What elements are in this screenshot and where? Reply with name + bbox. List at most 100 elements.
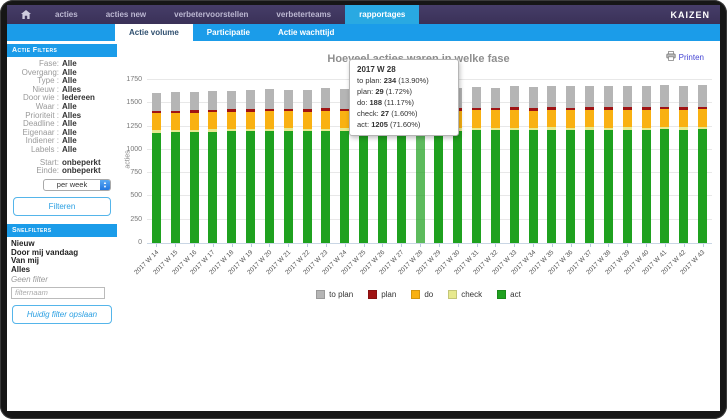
bar-2017-w-40[interactable] — [642, 86, 651, 243]
home-icon[interactable] — [7, 5, 41, 24]
bar-segment-act — [679, 130, 688, 243]
legend-item-act[interactable]: act — [497, 290, 521, 299]
filter-value[interactable]: Alle — [62, 146, 115, 155]
bar-segment-act — [246, 131, 255, 243]
legend-item-to-plan[interactable]: to plan — [316, 290, 353, 299]
bar-segment-to-plan — [679, 86, 688, 108]
bar-segment-act — [623, 130, 632, 243]
bar-2017-w-34[interactable] — [529, 87, 538, 243]
bar-segment-act — [698, 129, 707, 243]
filteren-button[interactable]: Filteren — [13, 197, 111, 216]
chart-area: Hoeveel acties waren in welke fase Print… — [117, 41, 720, 410]
bar-segment-to-plan — [190, 92, 199, 110]
y-tick-label: 750 — [130, 169, 142, 176]
x-tick — [646, 244, 647, 247]
bar-2017-w-20[interactable] — [265, 89, 274, 243]
bar-segment-do — [660, 109, 669, 127]
x-tick — [627, 244, 628, 247]
tab-actie-wachttijd[interactable]: Actie wachttijd — [264, 24, 348, 41]
bar-2017-w-14[interactable] — [152, 93, 161, 243]
period-select[interactable]: per week ▲▼ — [43, 179, 111, 191]
bar-segment-act — [171, 132, 180, 243]
x-tick — [665, 244, 666, 247]
bar-2017-w-35[interactable] — [547, 86, 556, 243]
bar-segment-act — [321, 131, 330, 243]
bar-2017-w-15[interactable] — [171, 92, 180, 243]
bar-segment-do — [284, 111, 293, 128]
bar-segment-act — [453, 131, 462, 243]
bar-segment-do — [246, 112, 255, 129]
y-tick-label: 1250 — [126, 123, 142, 130]
legend-label: to plan — [329, 290, 353, 299]
x-tick — [194, 244, 195, 247]
bar-2017-w-33[interactable] — [510, 86, 519, 243]
bar-segment-to-plan — [604, 86, 613, 107]
navbar-tab-acties-new[interactable]: acties new — [92, 5, 160, 24]
x-tick — [401, 244, 402, 247]
bar-2017-w-21[interactable] — [284, 90, 293, 243]
legend-label: check — [461, 290, 482, 299]
print-link[interactable]: Printen — [666, 51, 704, 63]
x-tick — [213, 244, 214, 247]
navbar-tab-verbeterteams[interactable]: verbeterteams — [262, 5, 345, 24]
bar-2017-w-19[interactable] — [246, 90, 255, 243]
bar-2017-w-32[interactable] — [491, 88, 500, 244]
bar-segment-act — [190, 132, 199, 243]
bar-2017-w-31[interactable] — [472, 87, 481, 243]
bar-segment-to-plan — [660, 85, 669, 107]
bar-segment-do — [491, 110, 500, 128]
bar-2017-w-17[interactable] — [208, 91, 217, 243]
bar-2017-w-16[interactable] — [190, 92, 199, 243]
legend-swatch — [316, 290, 325, 299]
bar-2017-w-24[interactable] — [340, 89, 349, 243]
tab-participatie[interactable]: Participatie — [193, 24, 264, 41]
navbar-tab-rapportages[interactable]: rapportages — [345, 5, 419, 24]
x-tick — [269, 244, 270, 247]
range-rows: Start:onbeperktEinde:onbeperkt — [7, 159, 117, 176]
bar-segment-act — [378, 131, 387, 243]
bar-segment-act — [472, 130, 481, 243]
bar-segment-to-plan — [321, 88, 330, 108]
bar-segment-to-plan — [547, 86, 556, 107]
legend-item-do[interactable]: do — [411, 290, 433, 299]
x-tick — [345, 244, 346, 247]
bar-2017-w-41[interactable] — [660, 85, 669, 243]
bar-2017-w-43[interactable] — [698, 85, 707, 243]
bar-segment-act — [416, 131, 425, 243]
save-filter-button[interactable]: Huidig filter opslaan — [12, 305, 112, 324]
legend-item-plan[interactable]: plan — [368, 290, 396, 299]
legend-item-check[interactable]: check — [448, 290, 482, 299]
y-axis-title: acties — [125, 150, 132, 168]
bar-2017-w-36[interactable] — [566, 86, 575, 243]
bar-2017-w-18[interactable] — [227, 91, 236, 243]
filtername-input[interactable] — [11, 287, 105, 299]
bar-segment-do — [208, 112, 217, 129]
bar-segment-do — [698, 109, 707, 127]
bar-2017-w-42[interactable] — [679, 86, 688, 243]
navbar-tab-acties[interactable]: acties — [41, 5, 92, 24]
x-tick — [382, 244, 383, 247]
bar-2017-w-22[interactable] — [303, 90, 312, 243]
legend-swatch — [368, 290, 377, 299]
bar-segment-act — [340, 131, 349, 243]
geen-filter-label[interactable]: Geen filter — [7, 275, 117, 284]
tab-actie-volume[interactable]: Actie volume — [115, 24, 193, 41]
bar-2017-w-23[interactable] — [321, 88, 330, 243]
bar-2017-w-39[interactable] — [623, 86, 632, 243]
bar-segment-to-plan — [265, 89, 274, 109]
bar-2017-w-37[interactable] — [585, 86, 594, 243]
bar-segment-to-plan — [510, 86, 519, 107]
kaizen-logo: KAIZEN — [661, 5, 721, 24]
legend-label: do — [424, 290, 433, 299]
filter-value[interactable]: onbeperkt — [62, 167, 115, 176]
navbar-tab-verbetervoorstellen[interactable]: verbetervoorstellen — [160, 5, 262, 24]
quick-filter-alles[interactable]: Alles — [11, 266, 117, 275]
bar-segment-to-plan — [227, 91, 236, 110]
filter-rows: Fase:AlleOvergang:AlleType :AlleNieuw :A… — [7, 60, 117, 155]
navbar-tabs: actiesacties newverbetervoorstellenverbe… — [41, 5, 419, 24]
legend-swatch — [497, 290, 506, 299]
bar-segment-to-plan — [472, 87, 481, 108]
bar-2017-w-38[interactable] — [604, 86, 613, 243]
bar-segment-do — [604, 110, 613, 128]
bar-segment-to-plan — [585, 86, 594, 108]
